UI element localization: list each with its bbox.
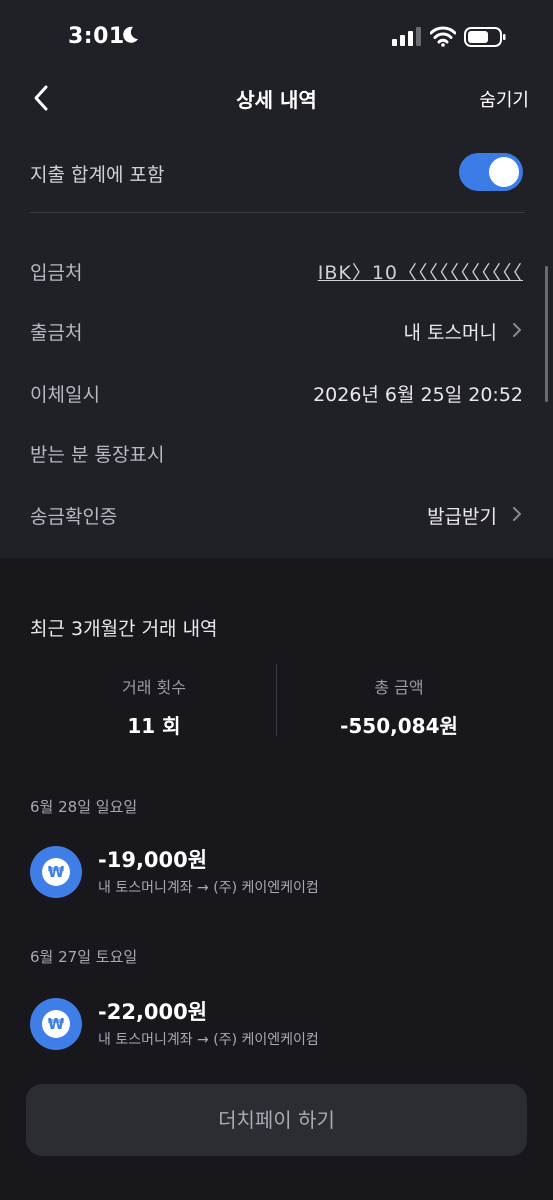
recipient-memo-row[interactable]: 받는 분 통장표시 [30, 432, 523, 472]
recipient-memo-label: 받는 분 통장표시 [30, 444, 165, 466]
total-amount-value: -550,084원 [340, 714, 458, 738]
transaction-amount: -22,000원 [98, 1000, 208, 1024]
transaction-description: 내 토스머니계좌 → (주) 케이엔케이컴 [98, 880, 319, 896]
transaction-count: 거래 횟수 11 회 [34, 664, 274, 739]
transfer-date-label: 이체일시 [30, 384, 100, 406]
chevron-right-icon [513, 507, 521, 521]
transfer-date-row: 이체일시 2026년 6월 25일 20:52 [30, 372, 523, 412]
transfer-certificate-row[interactable]: 송금확인증 발급받기 [30, 494, 523, 534]
dutch-pay-button[interactable]: 더치페이 하기 [26, 1084, 527, 1156]
include-spending-toggle[interactable] [459, 153, 523, 191]
issue-certificate-link: 발급받기 [427, 506, 497, 528]
deposit-to-label: 입금처 [30, 262, 83, 284]
deposit-to-value: IBK〉10〈〈〈〈〈〈〈〈〈〈〈 [317, 262, 523, 284]
transfer-certificate-label: 송금확인증 [30, 506, 118, 528]
total-amount-label: 총 금액 [374, 678, 424, 697]
wifi-icon [430, 26, 456, 47]
date-header: 6월 28일 일요일 [30, 798, 138, 816]
include-spending-label: 지출 합계에 포함 [30, 164, 165, 186]
withdraw-from-label: 출금처 [30, 322, 83, 344]
divider [30, 212, 525, 213]
won-coin-icon: ₩ [30, 846, 82, 898]
recent-history-title: 최근 3개월간 거래 내역 [30, 618, 218, 640]
chevron-right-icon [513, 323, 521, 337]
withdraw-from-row[interactable]: 출금처 내 토스머니 [30, 310, 523, 350]
scrollbar[interactable] [545, 266, 548, 402]
won-coin-icon: ₩ [30, 998, 82, 1050]
transaction-count-value: 11 회 [127, 714, 181, 738]
battery-icon [464, 27, 506, 47]
transaction-item[interactable]: ₩ -22,000원 내 토스머니계좌 → (주) 케이엔케이컴 [30, 996, 523, 1052]
hide-button[interactable]: 숨기기 [479, 86, 529, 112]
transaction-count-label: 거래 횟수 [122, 678, 186, 697]
stat-divider [276, 664, 277, 736]
transaction-description: 내 토스머니계좌 → (주) 케이엔케이컴 [98, 1032, 319, 1048]
nav-bar: 상세 내역 숨기기 [0, 70, 553, 126]
include-spending-row: 지출 합계에 포함 [30, 140, 523, 204]
status-time: 3:01 [68, 24, 125, 49]
moon-icon [123, 26, 138, 43]
transfer-date-value: 2026년 6월 25일 20:52 [313, 384, 523, 406]
signal-icon [392, 27, 421, 46]
total-amount: 총 금액 -550,084원 [279, 664, 519, 739]
transaction-amount: -19,000원 [98, 848, 208, 872]
withdraw-from-value: 내 토스머니 [403, 322, 497, 344]
page-title: 상세 내역 [236, 88, 317, 112]
date-header: 6월 27일 토요일 [30, 948, 138, 966]
status-bar: 3:01 [0, 0, 553, 70]
toggle-knob [489, 157, 519, 187]
transaction-item[interactable]: ₩ -19,000원 내 토스머니계좌 → (주) 케이엔케이컴 [30, 844, 523, 900]
deposit-to-row: 입금처 IBK〉10〈〈〈〈〈〈〈〈〈〈〈 [30, 250, 523, 290]
